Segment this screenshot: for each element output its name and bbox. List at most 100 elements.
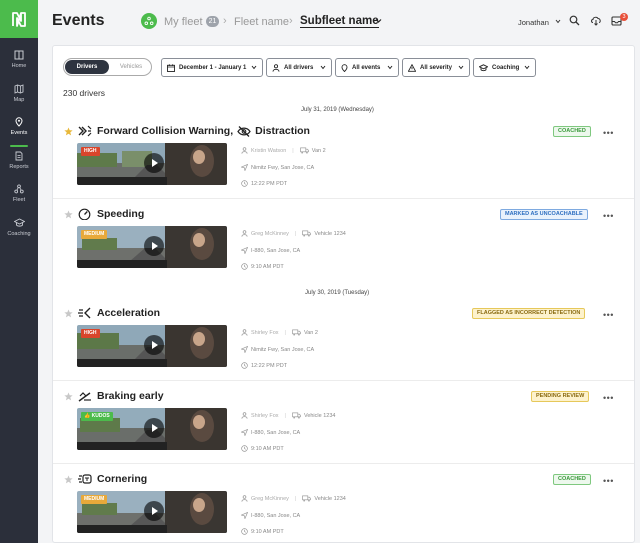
severity-filter[interactable]: All severity	[402, 58, 470, 77]
navigation-icon	[241, 429, 248, 436]
sidebar-item-map[interactable]: Map	[0, 84, 38, 118]
sidebar-item-fleet[interactable]: Fleet	[0, 184, 38, 218]
pin-icon	[341, 63, 348, 72]
play-icon[interactable]	[144, 501, 164, 521]
sidebar-item-events[interactable]: Events	[0, 117, 38, 151]
search-icon[interactable]	[569, 15, 580, 26]
sidebar-item-label: Home	[11, 63, 27, 69]
time-text: 9:10 AM PDT	[251, 528, 284, 535]
speedometer-icon	[78, 208, 91, 220]
star-outline-icon[interactable]	[64, 309, 73, 318]
event-time: 9:10 AM PDT	[241, 445, 284, 452]
vehicle-name[interactable]: Vehicle 1234	[314, 496, 346, 502]
eye-off-icon	[237, 125, 251, 137]
driver-name[interactable]: Shirley Fox	[251, 330, 279, 336]
filter-label: Coaching	[492, 64, 520, 71]
coaching-filter[interactable]: Coaching	[473, 58, 536, 77]
cloud-download-icon[interactable]	[590, 15, 602, 26]
driver-name[interactable]: Kristin Watson	[251, 148, 286, 154]
navigation-icon	[241, 346, 248, 353]
event-row[interactable]: Speeding MARKED AS UNCOACHABLE ••• MEDIU…	[53, 200, 634, 282]
truck-icon	[302, 495, 312, 502]
event-title-secondary: Distraction	[255, 125, 310, 137]
play-icon[interactable]	[144, 236, 164, 256]
user-menu[interactable]: Jonathan	[518, 18, 549, 27]
more-options-icon[interactable]: •••	[603, 393, 614, 403]
event-row[interactable]: Cornering COACHED ••• MEDIUM Greg McKinn…	[53, 465, 634, 542]
app-logo[interactable]	[0, 0, 38, 38]
chevron-down-icon	[320, 65, 326, 70]
location-text: I-880, San Jose, CA	[251, 247, 301, 254]
event-location: Nimitz Fwy, San Jose, CA	[241, 164, 314, 171]
location-text: Nimitz Fwy, San Jose, CA	[251, 164, 315, 171]
chevron-down-icon[interactable]	[375, 18, 382, 24]
driver-name[interactable]: Greg McKinney	[251, 231, 289, 237]
vehicle-name[interactable]: Vehicle 1234	[314, 231, 346, 237]
event-row[interactable]: Braking early PENDING REVIEW ••• 👍 KUDOS…	[53, 382, 634, 464]
breadcrumb-my-fleet[interactable]: My fleet	[164, 16, 203, 28]
sidebar-item-label: Map	[13, 97, 25, 103]
more-options-icon[interactable]: •••	[603, 310, 614, 320]
sidebar-item-coaching[interactable]: Coaching	[0, 218, 38, 252]
collision-warning-icon	[78, 125, 92, 137]
truck-icon	[302, 230, 312, 237]
play-icon[interactable]	[144, 335, 164, 355]
event-time: 12:22 PM PDT	[241, 362, 287, 369]
divider: |	[294, 230, 297, 237]
video-thumbnail[interactable]: 👍 KUDOS	[77, 408, 227, 450]
event-row[interactable]: Acceleration FLAGGED AS INCORRECT DETECT…	[53, 299, 634, 381]
more-options-icon[interactable]: •••	[603, 211, 614, 221]
event-title-text: Cornering	[97, 473, 148, 485]
status-badge: FLAGGED AS INCORRECT DETECTION	[472, 308, 586, 319]
vehicle-name[interactable]: Van 2	[304, 330, 318, 336]
clock-icon	[241, 362, 248, 369]
divider: |	[292, 147, 294, 154]
clock-icon	[241, 180, 248, 187]
reports-icon	[15, 151, 23, 161]
fleet-badge-icon	[141, 13, 157, 29]
chevron-down-icon[interactable]	[555, 19, 561, 24]
event-location: I-880, San Jose, CA	[241, 247, 300, 254]
clock-icon	[241, 263, 248, 270]
star-outline-icon[interactable]	[64, 475, 73, 484]
star-outline-icon[interactable]	[64, 392, 73, 401]
video-thumbnail[interactable]: MEDIUM	[77, 491, 227, 533]
divider	[53, 198, 634, 199]
result-count: 230 drivers	[63, 88, 106, 98]
more-options-icon[interactable]: •••	[603, 476, 614, 486]
event-driver-vehicle: Greg McKinney | Vehicle 1234	[241, 230, 346, 237]
vehicle-name[interactable]: Vehicle 1234	[304, 413, 336, 419]
date-range-filter[interactable]: December 1 - January 1	[161, 58, 263, 77]
person-icon	[241, 495, 248, 502]
video-thumbnail[interactable]: HIGH	[77, 325, 227, 367]
person-icon	[241, 329, 248, 336]
truck-icon	[292, 329, 301, 336]
events-filter[interactable]: All events	[335, 58, 399, 77]
fleet-icon	[14, 184, 24, 194]
sidebar-item-home[interactable]: Home	[0, 50, 38, 84]
chevron-down-icon	[458, 65, 464, 70]
driver-name[interactable]: Greg McKinney	[251, 496, 289, 502]
driver-name[interactable]: Shirley Fox	[251, 413, 279, 419]
event-row[interactable]: Forward Collision Warning, Distraction C…	[53, 117, 634, 199]
sidebar-item-reports[interactable]: Reports	[0, 151, 38, 185]
play-icon[interactable]	[144, 418, 164, 438]
divider: |	[284, 412, 286, 419]
event-title: Acceleration	[97, 307, 160, 319]
drivers-filter[interactable]: All drivers	[266, 58, 332, 77]
more-options-icon[interactable]: •••	[603, 128, 614, 138]
breadcrumb-subfleet-name[interactable]: Subfleet name	[300, 15, 379, 28]
acceleration-icon	[78, 307, 91, 319]
video-thumbnail[interactable]: HIGH	[77, 143, 227, 185]
video-thumbnail[interactable]: MEDIUM	[77, 226, 227, 268]
breadcrumb-fleet-name[interactable]: Fleet name	[234, 16, 289, 28]
event-title-text: Speeding	[97, 208, 145, 220]
divider	[53, 380, 634, 381]
toggle-drivers[interactable]: Drivers	[65, 60, 109, 74]
vehicle-name[interactable]: Van 2	[312, 148, 326, 154]
play-icon[interactable]	[144, 153, 164, 173]
toggle-vehicles[interactable]: Vehicles	[111, 60, 151, 74]
chevron-down-icon	[524, 65, 530, 70]
star-filled-icon[interactable]	[64, 127, 73, 136]
star-outline-icon[interactable]	[64, 210, 73, 219]
